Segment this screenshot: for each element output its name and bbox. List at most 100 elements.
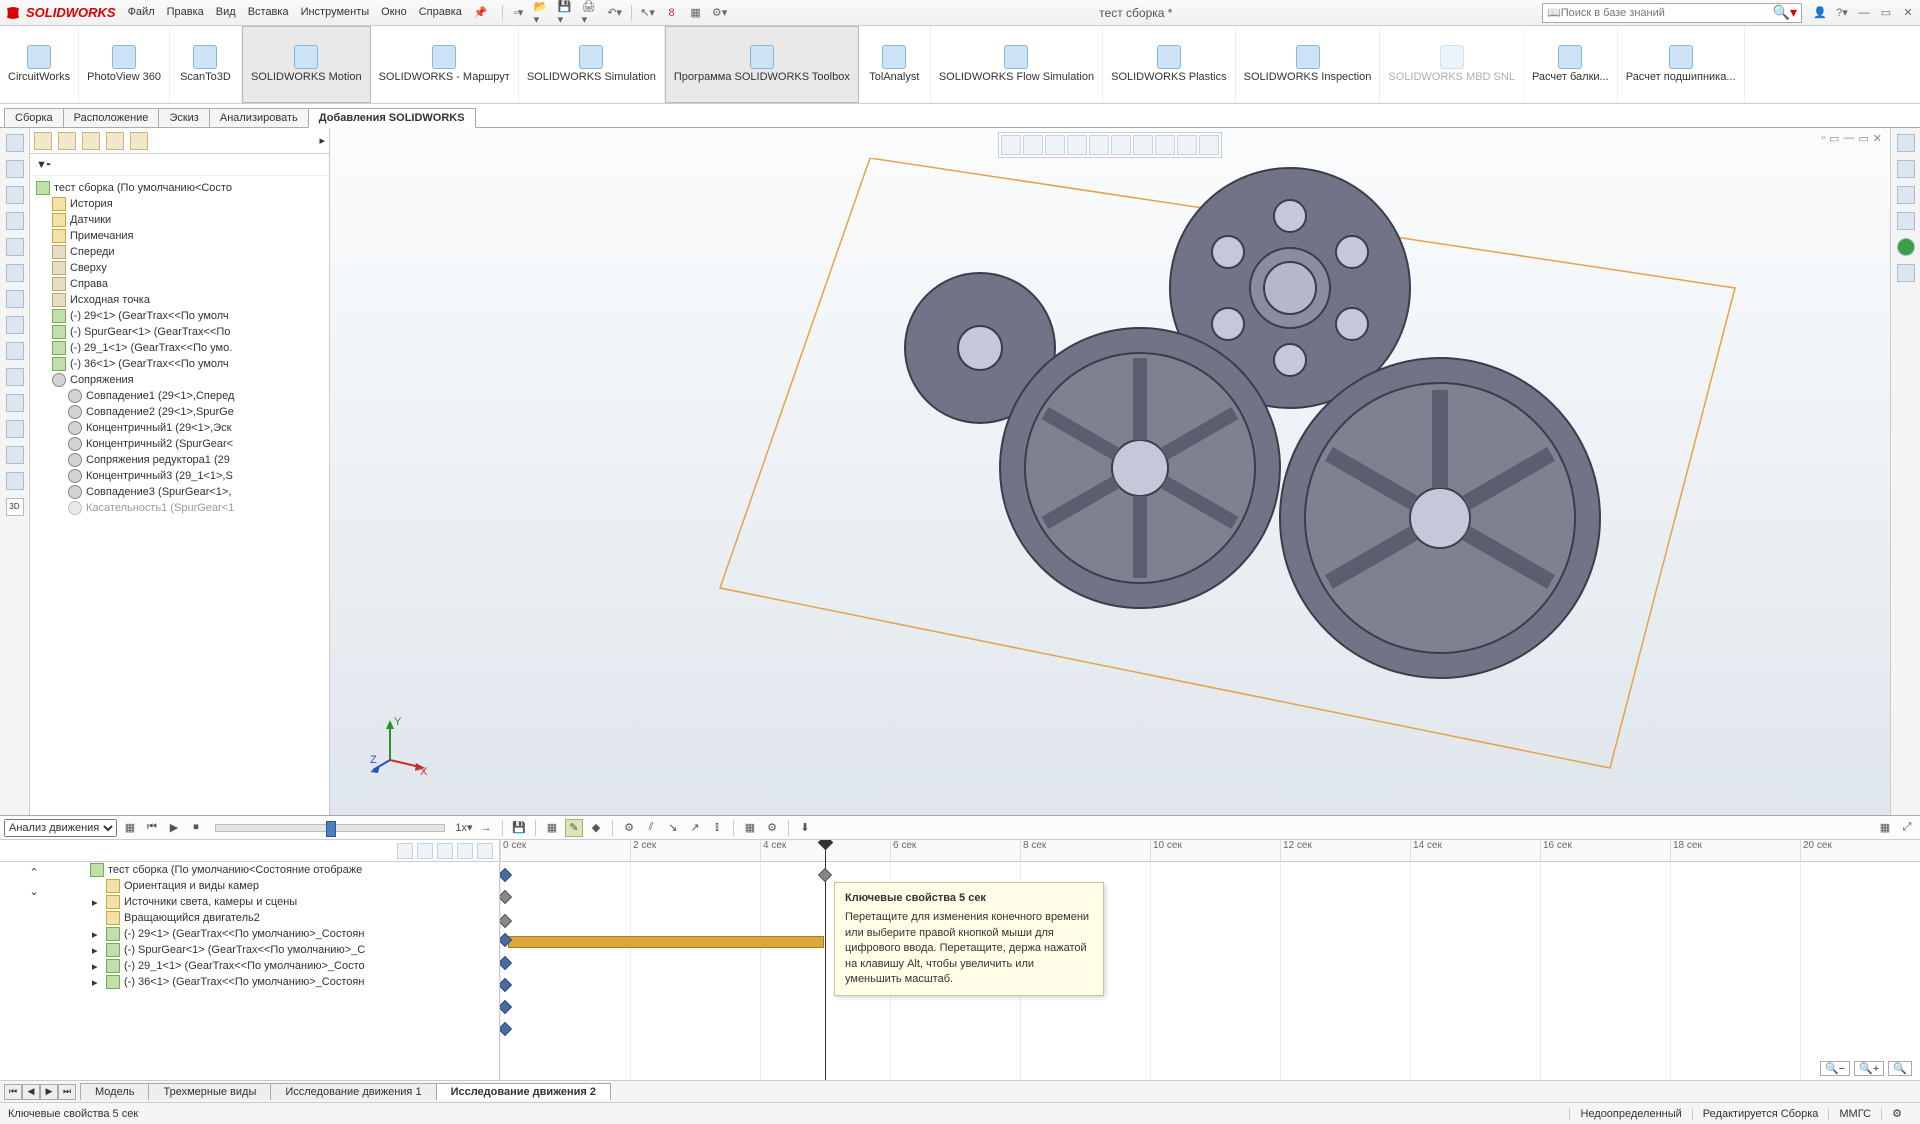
- left-tool-icon[interactable]: [6, 394, 24, 412]
- new-icon[interactable]: ▫▾: [509, 3, 529, 23]
- playback-slider[interactable]: [215, 824, 445, 832]
- tree-item[interactable]: Совпадение2 (29<1>,SpurGe: [30, 404, 329, 420]
- menu-edit[interactable]: Правка: [167, 6, 204, 19]
- motion-tree-item[interactable]: ▸(-) 29<1> (GearTrax<<По умолчанию>_Сост…: [68, 926, 499, 942]
- slider-thumb[interactable]: [326, 821, 336, 837]
- tree-expand-icon[interactable]: ⌄: [29, 885, 38, 898]
- tree-item[interactable]: (-) 29<1> (GearTrax<<По умолч: [30, 308, 329, 324]
- motion-tree-item[interactable]: ▸(-) SpurGear<1> (GearTrax<<По умолчанию…: [68, 942, 499, 958]
- damper-icon[interactable]: ⫾: [708, 819, 726, 837]
- left-tool-icon[interactable]: [6, 420, 24, 438]
- search-box[interactable]: 📖 🔍▾: [1542, 3, 1802, 23]
- motion-tree-item[interactable]: Ориентация и виды камер: [68, 878, 499, 894]
- left-tool-3d-icon[interactable]: 3D: [6, 498, 24, 516]
- left-tool-icon[interactable]: [6, 472, 24, 490]
- tree-item[interactable]: Примечания: [30, 228, 329, 244]
- tab-nav-prev-icon[interactable]: ◀: [22, 1084, 40, 1100]
- doc-tab[interactable]: Трехмерные виды: [148, 1083, 271, 1100]
- expand-icon[interactable]: ▸: [92, 896, 102, 909]
- display-style-icon[interactable]: [1111, 135, 1131, 155]
- tree-item[interactable]: Касательность1 (SpurGear<1: [30, 500, 329, 516]
- ribbon-tool[interactable]: ScanTo3D: [170, 26, 242, 103]
- left-tool-icon[interactable]: [6, 134, 24, 152]
- viewport-close-icon[interactable]: ▭: [1858, 132, 1868, 145]
- ribbon-tool[interactable]: Расчет подшипника...: [1618, 26, 1745, 103]
- calculate-icon[interactable]: ▦: [121, 819, 139, 837]
- panel-tab-appearance-icon[interactable]: [130, 132, 148, 150]
- left-tool-icon[interactable]: [6, 368, 24, 386]
- ribbon-tool[interactable]: Расчет балки...: [1524, 26, 1618, 103]
- contact-icon[interactable]: ↘: [664, 819, 682, 837]
- menu-view[interactable]: Вид: [216, 6, 236, 19]
- play-start-icon[interactable]: ⏮: [143, 819, 161, 837]
- right-tool-icon[interactable]: [1897, 264, 1915, 282]
- doc-tab[interactable]: Исследование движения 1: [270, 1083, 436, 1100]
- ribbon-tool[interactable]: SOLIDWORKS Simulation: [519, 26, 665, 103]
- save-anim-icon[interactable]: 💾: [510, 819, 528, 837]
- tree-item[interactable]: Сопряжения редуктора1 (29: [30, 452, 329, 468]
- filter-icon[interactable]: ▼╸: [36, 158, 54, 171]
- ribbon-tool[interactable]: SOLIDWORKS Inspection: [1236, 26, 1381, 103]
- zoom-fit-icon[interactable]: [1001, 135, 1021, 155]
- search-icon[interactable]: 🔍▾: [1773, 4, 1797, 21]
- stop-icon[interactable]: ⏹: [187, 819, 205, 837]
- zoom-area-icon[interactable]: [1023, 135, 1043, 155]
- ribbon-tool[interactable]: Программа SOLIDWORKS Toolbox: [665, 26, 859, 103]
- motor-icon[interactable]: ⚙: [620, 819, 638, 837]
- hide-show-icon[interactable]: [1133, 135, 1153, 155]
- right-tool-icon[interactable]: [1897, 212, 1915, 230]
- close-icon[interactable]: ✕: [1900, 6, 1916, 19]
- tab-nav-next-icon[interactable]: ▶: [40, 1084, 58, 1100]
- tree-item[interactable]: Концентричный2 (SpurGear<: [30, 436, 329, 452]
- doc-tab[interactable]: Модель: [80, 1083, 149, 1100]
- panel-tab-feature-icon[interactable]: [34, 132, 52, 150]
- ribbon-tool[interactable]: SOLIDWORKS Plastics: [1103, 26, 1236, 103]
- tree-item[interactable]: История: [30, 196, 329, 212]
- ribbon-tool[interactable]: SOLIDWORKS - Маршрут: [371, 26, 519, 103]
- menu-insert[interactable]: Вставка: [248, 6, 289, 19]
- panel-tab-property-icon[interactable]: [58, 132, 76, 150]
- anim-wizard-icon[interactable]: ▦: [543, 819, 561, 837]
- search-input[interactable]: [1561, 7, 1773, 19]
- tree-collapse-icon[interactable]: ⌃: [29, 866, 38, 879]
- tree-item[interactable]: Совпадение3 (SpurGear<1>,: [30, 484, 329, 500]
- motion-tree-item[interactable]: Вращающийся двигатель2: [68, 910, 499, 926]
- spring-icon[interactable]: ⫽: [642, 819, 660, 837]
- left-tool-icon[interactable]: [6, 316, 24, 334]
- tree-item[interactable]: Совпадение1 (29<1>,Сперед: [30, 388, 329, 404]
- expand-icon[interactable]: ▸: [92, 928, 102, 941]
- left-tool-icon[interactable]: [6, 342, 24, 360]
- tree-item[interactable]: Концентричный3 (29_1<1>,S: [30, 468, 329, 484]
- tree-item[interactable]: Сверху: [30, 260, 329, 276]
- tree-item[interactable]: Исходная точка: [30, 292, 329, 308]
- left-tool-icon[interactable]: [6, 290, 24, 308]
- tab-nav-last-icon[interactable]: ⏭: [58, 1084, 76, 1100]
- ribbon-tool[interactable]: TolAnalyst: [859, 26, 931, 103]
- ribbon-tool[interactable]: PhotoView 360: [79, 26, 170, 103]
- tree-root[interactable]: тест сборка (По умолчанию<Состо: [30, 180, 329, 196]
- motion-tree-item[interactable]: ▸(-) 29_1<1> (GearTrax<<По умолчанию>_Со…: [68, 958, 499, 974]
- panel-tab-config-icon[interactable]: [82, 132, 100, 150]
- menu-pin-icon[interactable]: 📌: [474, 6, 488, 19]
- tree-item[interactable]: Концентричный1 (29<1>,Эск: [30, 420, 329, 436]
- zoom-out-timeline-icon[interactable]: 🔍−: [1820, 1061, 1850, 1076]
- save-icon[interactable]: 💾▾: [557, 3, 577, 23]
- zoom-in-timeline-icon[interactable]: 🔍+: [1854, 1061, 1884, 1076]
- motion-filter-icon[interactable]: [437, 843, 453, 859]
- command-tab[interactable]: Эскиз: [158, 108, 209, 127]
- gear-icon[interactable]: ⚙▾: [710, 3, 730, 23]
- left-tool-icon[interactable]: [6, 212, 24, 230]
- rebuild-icon[interactable]: 8: [662, 3, 682, 23]
- open-icon[interactable]: 📂▾: [533, 3, 553, 23]
- menu-file[interactable]: Файл: [128, 6, 155, 19]
- direction-icon[interactable]: →: [477, 819, 495, 837]
- collapse-icon[interactable]: ▦: [1876, 819, 1894, 837]
- motor-track-bar[interactable]: [508, 936, 824, 948]
- results-icon[interactable]: ▦: [741, 819, 759, 837]
- motion-filter-icon[interactable]: [397, 843, 413, 859]
- command-tab[interactable]: Добавления SOLIDWORKS: [308, 108, 476, 128]
- command-tab[interactable]: Расположение: [63, 108, 160, 127]
- left-tool-icon[interactable]: [6, 264, 24, 282]
- expand-icon[interactable]: ▸: [92, 976, 102, 989]
- apply-scene-icon[interactable]: [1177, 135, 1197, 155]
